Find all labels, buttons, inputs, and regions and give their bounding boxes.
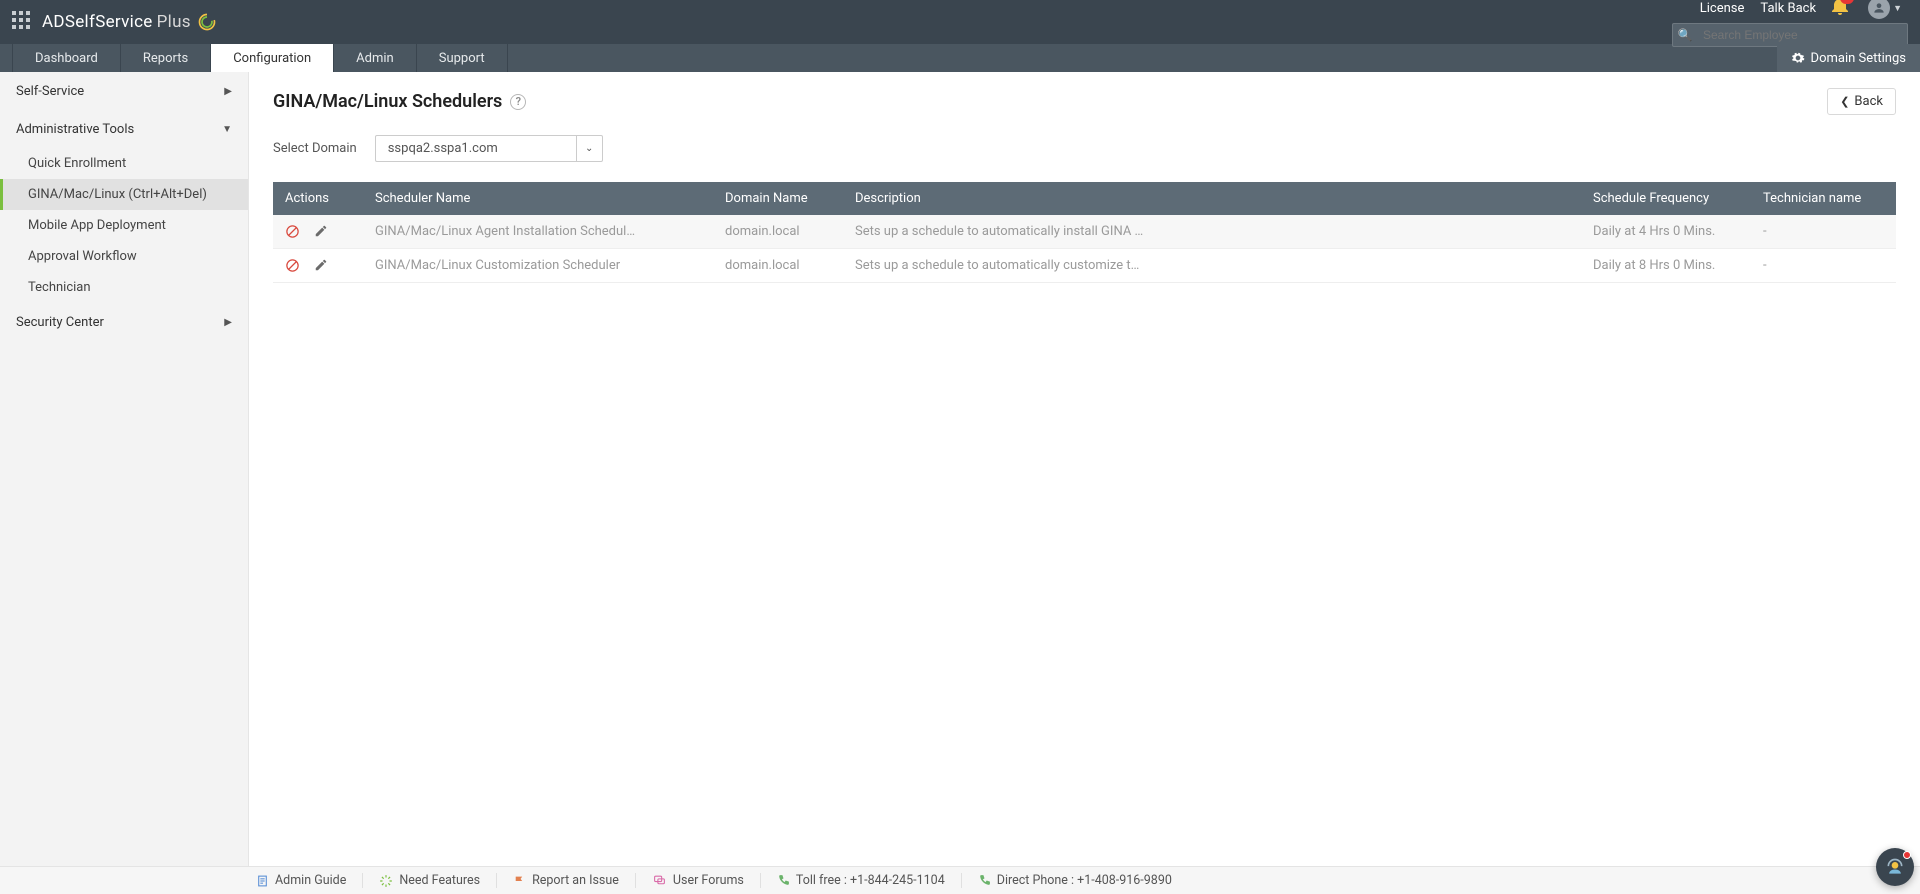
tab-support[interactable]: Support xyxy=(417,44,508,72)
cell-frequency: Daily at 4 Hrs 0 Mins. xyxy=(1581,215,1751,249)
edit-icon[interactable] xyxy=(314,258,328,273)
flag-icon xyxy=(513,874,526,888)
gear-icon xyxy=(1791,51,1805,65)
caret-down-icon: ▼ xyxy=(1893,3,1902,14)
edit-icon[interactable] xyxy=(314,224,328,239)
sidebar: Self-Service ▶ Administrative Tools ▼ Qu… xyxy=(0,72,249,866)
th-actions: Actions xyxy=(273,182,363,215)
chevron-right-icon: ▶ xyxy=(224,317,232,328)
sidebar-item-technician[interactable]: Technician xyxy=(0,272,248,303)
sidebar-group-security-center[interactable]: Security Center ▶ xyxy=(0,303,248,341)
cell-technician: - xyxy=(1751,215,1896,249)
notifications-button[interactable]: 2 xyxy=(1832,0,1848,19)
search-icon: 🔍 xyxy=(1673,28,1697,42)
support-agent-icon xyxy=(1885,857,1905,877)
cell-domain: domain.local xyxy=(713,215,843,249)
sidebar-item-mobile-app[interactable]: Mobile App Deployment xyxy=(0,210,248,241)
tab-configuration[interactable]: Configuration xyxy=(211,44,334,72)
topbar: ADSelfService Plus License Talk Back 2 ▼… xyxy=(0,0,1920,44)
footer-need-features-label: Need Features xyxy=(399,873,480,888)
user-menu[interactable]: ▼ xyxy=(1868,0,1902,19)
footer-report-issue[interactable]: Report an Issue xyxy=(497,873,636,888)
sidebar-item-gina[interactable]: GINA/Mac/Linux (Ctrl+Alt+Del) xyxy=(0,179,248,210)
chevron-down-icon: ▼ xyxy=(222,124,232,135)
footer-toll-free[interactable]: Toll free : +1-844-245-1104 xyxy=(761,873,962,888)
forum-icon xyxy=(652,874,667,887)
footer-need-features[interactable]: Need Features xyxy=(363,873,497,888)
th-scheduler: Scheduler Name xyxy=(363,182,713,215)
phone-icon xyxy=(777,874,790,887)
sparkle-icon xyxy=(379,874,393,888)
user-icon xyxy=(1872,1,1886,15)
top-links: License Talk Back 2 ▼ xyxy=(1700,0,1902,19)
footer-admin-guide-label: Admin Guide xyxy=(275,873,346,888)
search-input[interactable] xyxy=(1697,24,1907,46)
footer-toll-free-label: Toll free : +1-844-245-1104 xyxy=(796,873,945,888)
domain-settings-label: Domain Settings xyxy=(1811,51,1906,66)
sidebar-security-center-label: Security Center xyxy=(16,315,104,330)
dropdown-toggle-icon[interactable]: ⌄ xyxy=(576,136,602,161)
cell-description: Sets up a schedule to automatically inst… xyxy=(843,215,1581,249)
logo-swirl-icon xyxy=(197,12,217,32)
cell-domain: domain.local xyxy=(713,249,843,283)
sidebar-item-quick-enrollment[interactable]: Quick Enrollment xyxy=(0,148,248,179)
th-frequency: Schedule Frequency xyxy=(1581,182,1751,215)
product-suffix: Plus xyxy=(157,12,191,32)
help-icon[interactable]: ? xyxy=(510,94,526,110)
license-link[interactable]: License xyxy=(1700,1,1745,16)
disable-icon[interactable] xyxy=(285,258,300,273)
product-name: ADSelfService xyxy=(42,12,153,32)
tab-dashboard[interactable]: Dashboard xyxy=(12,44,121,72)
product-logo: ADSelfService Plus xyxy=(42,12,217,32)
talkback-link[interactable]: Talk Back xyxy=(1760,1,1816,16)
cell-frequency: Daily at 8 Hrs 0 Mins. xyxy=(1581,249,1751,283)
back-label: Back xyxy=(1854,94,1883,109)
document-icon xyxy=(256,874,269,888)
domain-select[interactable]: sspqa2.sspa1.com ⌄ xyxy=(375,135,603,162)
scheduler-table: Actions Scheduler Name Domain Name Descr… xyxy=(273,182,1896,283)
page-title-text: GINA/Mac/Linux Schedulers xyxy=(273,91,502,112)
chat-alert-dot xyxy=(1903,851,1911,859)
page-title: GINA/Mac/Linux Schedulers ? xyxy=(273,91,526,112)
footer-direct-phone[interactable]: Direct Phone : +1-408-916-9890 xyxy=(962,873,1188,888)
phone-icon xyxy=(978,874,991,887)
sidebar-admin-tools-label: Administrative Tools xyxy=(16,122,134,137)
domain-select-value: sspqa2.sspa1.com xyxy=(376,136,576,161)
table-row: GINA/Mac/Linux Agent Installation Schedu… xyxy=(273,215,1896,249)
chevron-left-icon: ❮ xyxy=(1840,95,1849,108)
nav-tabs: Dashboard Reports Configuration Admin Su… xyxy=(0,44,1920,72)
sidebar-item-approval-workflow[interactable]: Approval Workflow xyxy=(0,241,248,272)
select-domain-label: Select Domain xyxy=(273,141,357,156)
notification-count: 2 xyxy=(1840,0,1854,4)
back-button[interactable]: ❮ Back xyxy=(1827,88,1896,115)
sidebar-group-admin-tools[interactable]: Administrative Tools ▼ xyxy=(0,110,248,148)
th-description: Description xyxy=(843,182,1581,215)
domain-settings-button[interactable]: Domain Settings xyxy=(1777,44,1920,72)
th-technician: Technician name xyxy=(1751,182,1896,215)
cell-technician: - xyxy=(1751,249,1896,283)
sidebar-group-self-service[interactable]: Self-Service ▶ xyxy=(0,72,248,110)
th-domain: Domain Name xyxy=(713,182,843,215)
chevron-right-icon: ▶ xyxy=(224,86,232,97)
footer-user-forums-label: User Forums xyxy=(673,873,744,888)
footer-user-forums[interactable]: User Forums xyxy=(636,873,761,888)
footer: Admin Guide Need Features Report an Issu… xyxy=(0,866,1920,894)
cell-scheduler: GINA/Mac/Linux Customization Scheduler xyxy=(363,249,713,283)
footer-admin-guide[interactable]: Admin Guide xyxy=(240,873,363,888)
footer-report-issue-label: Report an Issue xyxy=(532,873,619,888)
sidebar-self-service-label: Self-Service xyxy=(16,84,84,99)
table-row: GINA/Mac/Linux Customization Scheduler d… xyxy=(273,249,1896,283)
disable-icon[interactable] xyxy=(285,224,300,239)
tab-reports[interactable]: Reports xyxy=(121,44,211,72)
footer-direct-phone-label: Direct Phone : +1-408-916-9890 xyxy=(997,873,1172,888)
chat-bubble[interactable] xyxy=(1876,848,1914,886)
cell-scheduler: GINA/Mac/Linux Agent Installation Schedu… xyxy=(363,215,713,249)
cell-description: Sets up a schedule to automatically cust… xyxy=(843,249,1581,283)
content-area: GINA/Mac/Linux Schedulers ? ❮ Back Selec… xyxy=(249,72,1920,866)
app-launcher-icon[interactable] xyxy=(12,11,30,33)
tab-admin[interactable]: Admin xyxy=(334,44,417,72)
